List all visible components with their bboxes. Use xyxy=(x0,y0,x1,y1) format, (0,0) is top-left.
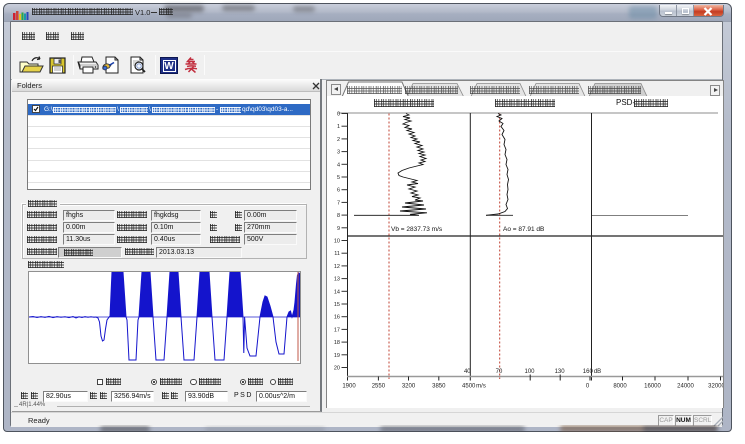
svg-text:Ao = 87.91 dB: Ao = 87.91 dB xyxy=(503,226,544,233)
svg-text:40: 40 xyxy=(464,369,471,375)
svg-text:100: 100 xyxy=(524,369,535,375)
svg-text:8000: 8000 xyxy=(613,383,627,389)
svg-text:7: 7 xyxy=(337,200,340,206)
svg-text:Vb = 2837.73 m/s: Vb = 2837.73 m/s xyxy=(391,226,443,233)
svg-text:130: 130 xyxy=(555,369,566,375)
svg-text:18: 18 xyxy=(334,340,340,346)
svg-text:8: 8 xyxy=(337,213,340,219)
svg-text:m/s: m/s xyxy=(476,383,486,389)
svg-text:2550: 2550 xyxy=(372,383,386,389)
svg-text:4500: 4500 xyxy=(462,383,476,389)
svg-text:10: 10 xyxy=(334,238,340,244)
svg-text:32000: 32000 xyxy=(708,383,723,389)
svg-text:9: 9 xyxy=(337,225,340,231)
svg-text:70: 70 xyxy=(496,369,503,375)
svg-text:dB: dB xyxy=(594,369,601,375)
svg-text:12: 12 xyxy=(334,263,340,269)
svg-text:4: 4 xyxy=(337,162,340,168)
svg-text:13: 13 xyxy=(334,276,340,282)
svg-text:3: 3 xyxy=(337,149,340,155)
svg-text:17: 17 xyxy=(334,327,340,333)
svg-text:20: 20 xyxy=(334,365,340,371)
svg-text:15: 15 xyxy=(334,302,340,308)
svg-text:16: 16 xyxy=(334,314,340,320)
svg-text:16000: 16000 xyxy=(644,383,661,389)
svg-text:11: 11 xyxy=(334,251,340,257)
svg-text:0: 0 xyxy=(337,111,340,117)
svg-text:1: 1 xyxy=(337,124,340,130)
svg-text:3850: 3850 xyxy=(432,383,446,389)
svg-text:0: 0 xyxy=(586,383,590,389)
svg-text:5: 5 xyxy=(337,175,340,181)
svg-text:14: 14 xyxy=(334,289,340,295)
svg-text:1900: 1900 xyxy=(342,383,356,389)
svg-text:2: 2 xyxy=(337,136,340,142)
svg-text:160: 160 xyxy=(583,369,594,375)
svg-text:3200: 3200 xyxy=(402,383,416,389)
svg-text:24000: 24000 xyxy=(677,383,694,389)
svg-text:19: 19 xyxy=(334,352,340,358)
svg-text:6: 6 xyxy=(337,187,340,193)
